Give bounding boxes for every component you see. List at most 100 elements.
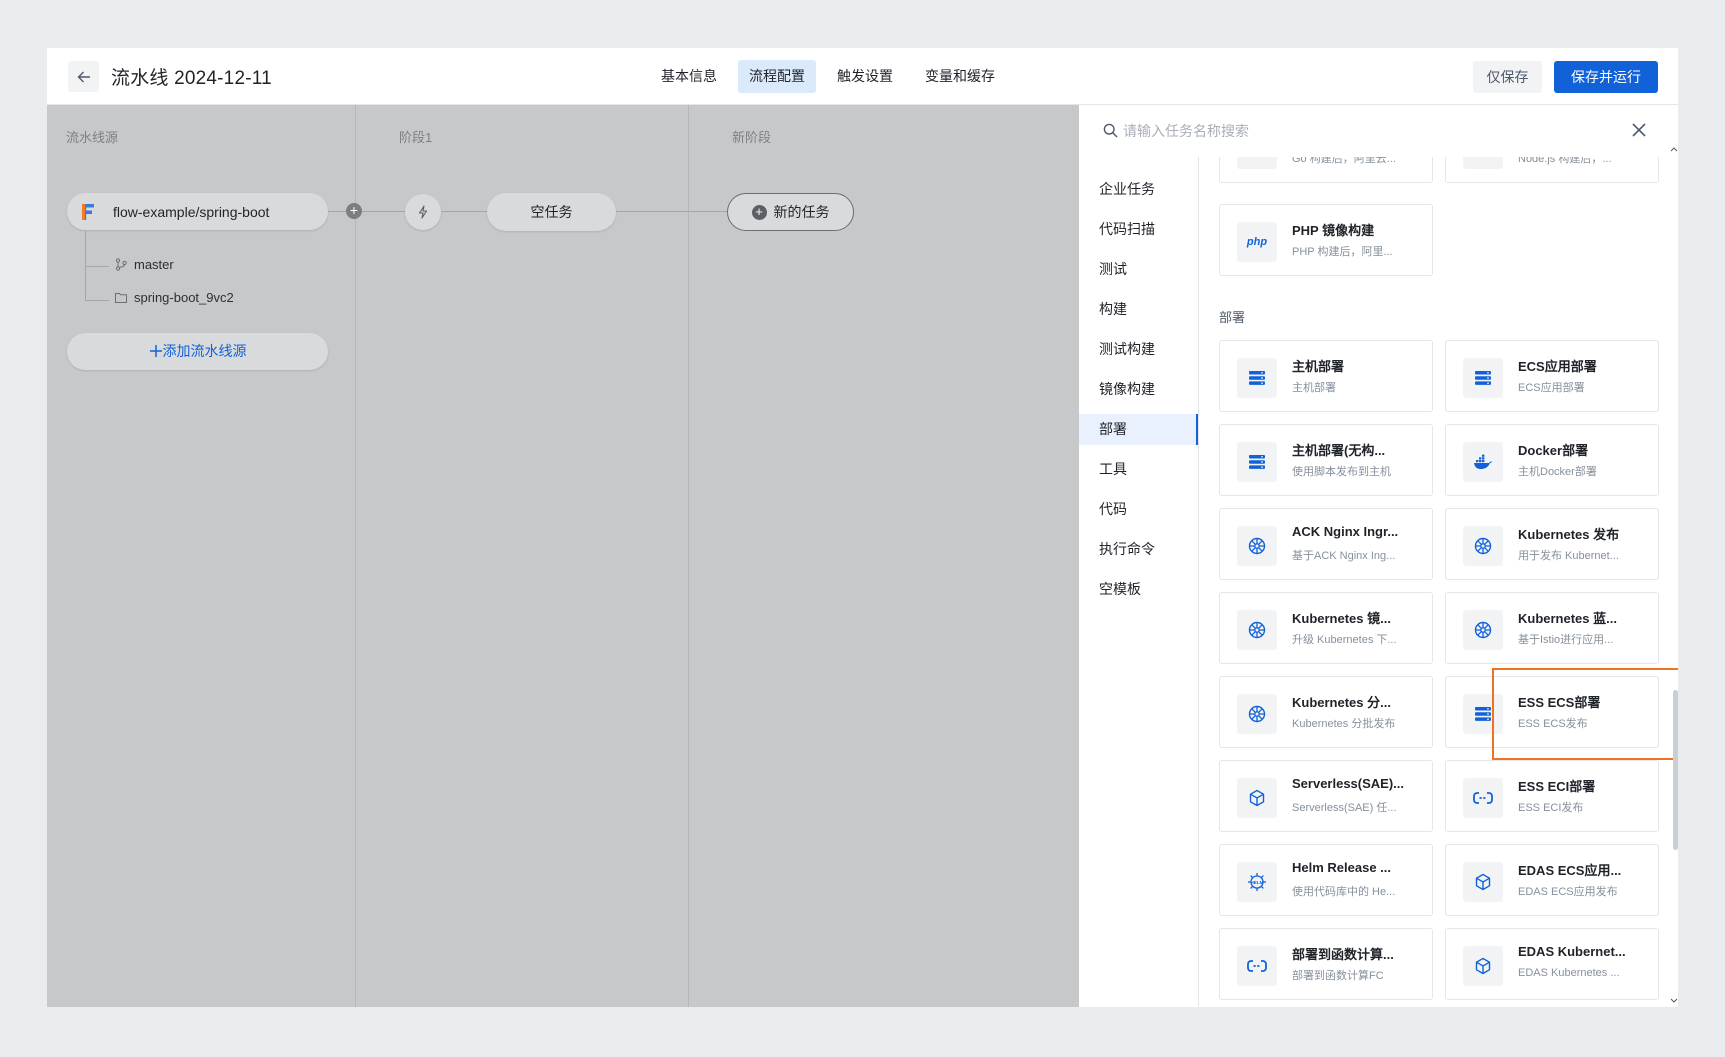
task-card-go[interactable]: Go 构建后，阿里云...	[1219, 157, 1433, 183]
page-title: 流水线 2024-12-11	[111, 68, 272, 89]
tab-trigger-settings[interactable]: 触发设置	[826, 60, 904, 93]
scroll-up-icon[interactable]	[1670, 146, 1678, 152]
category-nav: 企业任务 代码扫描 测试 构建 测试构建 镜像构建 部署 工具 代码 执行命令 …	[1079, 157, 1199, 1007]
tab-bar: 基本信息 流程配置 触发设置 变量和缓存	[650, 60, 1006, 93]
stage-title-stage1[interactable]: 阶段1	[399, 127, 432, 146]
task-card-deploy[interactable]: 部署到函数计算... 部署到函数计算FC	[1219, 928, 1433, 1000]
kubernetes-icon	[1237, 694, 1277, 734]
task-card-deploy[interactable]: EDAS Kubernet... EDAS Kubernetes ...	[1445, 928, 1659, 1000]
plus-icon	[149, 345, 162, 357]
task-card-deploy[interactable]: Kubernetes 镜... 升级 Kubernetes 下...	[1219, 592, 1433, 664]
add-source-label: 添加流水线源	[162, 343, 247, 359]
search-bar	[1079, 105, 1678, 157]
category-empty-template[interactable]: 空模板	[1079, 574, 1198, 605]
task-icon	[1463, 157, 1503, 169]
task-name: Serverless(SAE)...	[1292, 776, 1405, 791]
task-name: Helm Release ...	[1292, 860, 1391, 875]
connector-line	[328, 211, 346, 212]
task-desc: ECS应用部署	[1518, 382, 1585, 394]
task-name: PHP 镜像构建	[1292, 223, 1375, 238]
task-name: Kubernetes 镜...	[1292, 611, 1391, 626]
category-code-scan[interactable]: 代码扫描	[1079, 214, 1198, 245]
task-name: ESS ECS部署	[1518, 695, 1601, 710]
empty-task-node[interactable]: 空任务	[487, 193, 616, 231]
server-icon	[1463, 358, 1503, 398]
task-card-deploy[interactable]: ESS ECS部署 ESS ECS发布	[1445, 676, 1659, 748]
stage-title-new-stage[interactable]: 新阶段	[732, 127, 771, 146]
deploy-section-title: 部署	[1219, 310, 1246, 325]
category-deploy[interactable]: 部署	[1079, 414, 1198, 445]
category-test[interactable]: 测试	[1079, 254, 1198, 285]
task-card-deploy[interactable]: Docker部署 主机Docker部署	[1445, 424, 1659, 496]
pipeline-editor: 流水线 2024-12-11 基本信息 流程配置 触发设置 变量和缓存 仅保存 …	[47, 48, 1678, 1007]
task-desc: Serverless(SAE) 任...	[1292, 802, 1397, 814]
connector-line	[362, 211, 405, 212]
tab-variables-cache[interactable]: 变量和缓存	[914, 60, 1006, 93]
task-name: EDAS Kubernet...	[1518, 944, 1626, 959]
cube-icon	[1237, 778, 1277, 818]
folder-icon	[115, 293, 127, 303]
task-drawer: 企业任务 代码扫描 测试 构建 测试构建 镜像构建 部署 工具 代码 执行命令 …	[1079, 105, 1678, 1007]
task-desc: 用于发布 Kubernet...	[1518, 550, 1619, 562]
add-stage-button[interactable]: +	[346, 203, 362, 219]
link-icon	[1237, 946, 1277, 986]
task-card-deploy[interactable]: Kubernetes 分... Kubernetes 分批发布	[1219, 676, 1433, 748]
server-icon	[1463, 694, 1503, 734]
task-desc: 使用代码库中的 He...	[1292, 886, 1396, 898]
arrow-left-icon	[77, 71, 90, 82]
tab-flow-config[interactable]: 流程配置	[738, 60, 816, 93]
task-name: 主机部署(无构...	[1292, 443, 1386, 458]
task-desc: 基于ACK Nginx Ing...	[1292, 550, 1396, 562]
task-card-deploy[interactable]: ACK Nginx Ingr... 基于ACK Nginx Ing...	[1219, 508, 1433, 580]
kubernetes-icon	[1237, 526, 1277, 566]
new-task-button[interactable]: + 新的任务	[727, 193, 854, 231]
link-icon	[1463, 778, 1503, 818]
category-enterprise[interactable]: 企业任务	[1079, 174, 1198, 205]
task-search-input[interactable]	[1123, 120, 1573, 142]
task-card-deploy[interactable]: ECS应用部署 ECS应用部署	[1445, 340, 1659, 412]
task-desc: 使用脚本发布到主机	[1292, 466, 1391, 478]
category-tools[interactable]: 工具	[1079, 454, 1198, 485]
tree-connector	[85, 230, 109, 267]
php-icon: php	[1237, 222, 1277, 262]
tab-basic-info[interactable]: 基本信息	[650, 60, 728, 93]
scroll-down-icon[interactable]	[1670, 998, 1678, 1004]
task-name: 主机部署	[1292, 359, 1345, 374]
task-card-deploy[interactable]: 主机部署 主机部署	[1219, 340, 1433, 412]
trigger-button[interactable]	[405, 194, 441, 230]
task-card-deploy[interactable]: 主机部署(无构... 使用脚本发布到主机	[1219, 424, 1433, 496]
task-desc: PHP 构建后，阿里...	[1292, 246, 1393, 258]
add-source-button[interactable]: 添加流水线源	[67, 333, 328, 370]
server-icon	[1237, 442, 1277, 482]
category-image-build[interactable]: 镜像构建	[1079, 374, 1198, 405]
source-card[interactable]: flow-example/spring-boot	[67, 193, 328, 230]
task-desc: Kubernetes 分批发布	[1292, 718, 1396, 730]
task-card-deploy[interactable]: Kubernetes 蓝... 基于Istio进行应用...	[1445, 592, 1659, 664]
task-card-php[interactable]: php PHP 镜像构建 PHP 构建后，阿里...	[1219, 204, 1433, 276]
close-icon[interactable]	[1628, 119, 1650, 141]
back-button[interactable]	[68, 61, 99, 92]
task-icon	[1237, 157, 1277, 169]
task-card-deploy[interactable]: Kubernetes 发布 用于发布 Kubernet...	[1445, 508, 1659, 580]
task-list: Go 构建后，阿里云... Node.js 构建后，... php PHP 镜像…	[1200, 157, 1670, 1007]
connector-line	[616, 211, 727, 212]
source-branch: master	[115, 257, 174, 272]
task-card-deploy[interactable]: ESS ECI部署 ESS ECI发布	[1445, 760, 1659, 832]
folder-name: spring-boot_9vc2	[134, 290, 234, 305]
category-build[interactable]: 构建	[1079, 294, 1198, 325]
task-card-deploy[interactable]: HELM Helm Release ... 使用代码库中的 He...	[1219, 844, 1433, 916]
task-desc: 部署到函数计算FC	[1292, 970, 1384, 982]
task-card-deploy[interactable]: EDAS ECS应用... EDAS ECS应用发布	[1445, 844, 1659, 916]
category-code[interactable]: 代码	[1079, 494, 1198, 525]
task-card-nodejs[interactable]: Node.js 构建后，...	[1445, 157, 1659, 183]
category-command[interactable]: 执行命令	[1079, 534, 1198, 565]
new-task-label: 新的任务	[773, 204, 830, 220]
category-test-build[interactable]: 测试构建	[1079, 334, 1198, 365]
save-and-run-button[interactable]: 保存并运行	[1554, 61, 1658, 93]
task-card-deploy[interactable]: Serverless(SAE)... Serverless(SAE) 任...	[1219, 760, 1433, 832]
task-desc: ESS ECI发布	[1518, 802, 1584, 814]
scrollbar-thumb[interactable]	[1673, 690, 1678, 850]
cube-icon	[1463, 946, 1503, 986]
save-only-button[interactable]: 仅保存	[1473, 61, 1542, 93]
source-folder: spring-boot_9vc2	[115, 290, 234, 305]
